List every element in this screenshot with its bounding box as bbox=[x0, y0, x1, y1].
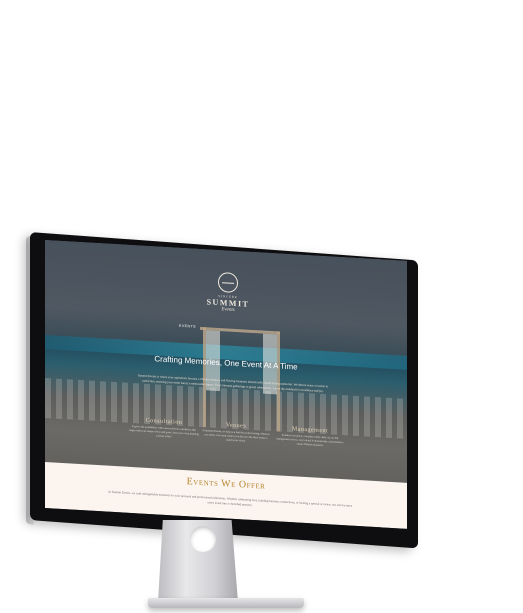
service-text: Explore the possibilities with a persona… bbox=[129, 425, 199, 438]
service-column-consultation: Consultation Explore the possibilities w… bbox=[129, 417, 199, 440]
monitor-screen: SINCERE SUMMIT Events EVENTS Crafting Me… bbox=[45, 240, 407, 529]
hero-section: SINCERE SUMMIT Events EVENTS Crafting Me… bbox=[45, 240, 407, 483]
service-text: Seamless execution, everyday results. Re… bbox=[276, 433, 344, 447]
logo-emblem-icon bbox=[218, 271, 238, 294]
monitor-mockup: SINCERE SUMMIT Events EVENTS Crafting Me… bbox=[0, 0, 523, 613]
service-text: At Summit Events, we help you find the p… bbox=[202, 429, 270, 443]
site-logo[interactable]: SINCERE SUMMIT Events bbox=[202, 271, 254, 314]
service-column-venues: Venues At Summit Events, we help you fin… bbox=[201, 421, 271, 444]
service-column-management: Management Seamless execution, everyday … bbox=[275, 425, 345, 448]
stand-cable-hole bbox=[190, 526, 216, 552]
nav-link-events[interactable]: EVENTS bbox=[179, 324, 196, 329]
monitor-stand-foot bbox=[148, 598, 304, 608]
